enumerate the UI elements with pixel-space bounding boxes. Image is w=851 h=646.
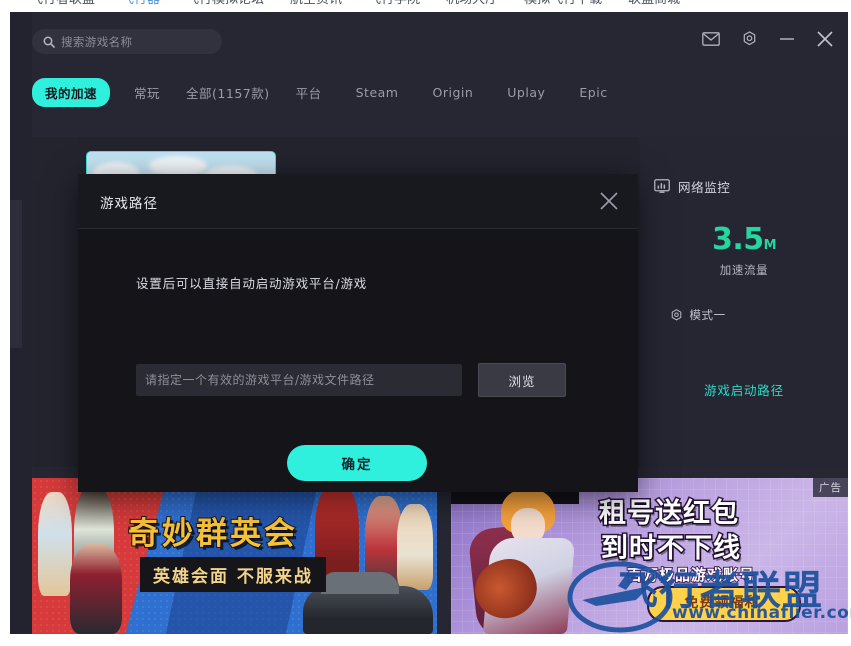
page-nav-item[interactable]: 机场大厅 [446, 0, 498, 7]
tab-platform[interactable]: 平台 [294, 83, 324, 102]
character-figure [38, 492, 72, 596]
tab-epic[interactable]: Epic [577, 85, 609, 100]
page-nav-item[interactable]: 飞行学院 [368, 0, 420, 7]
character-art [467, 488, 591, 634]
cloud-shape [149, 156, 207, 176]
promo-banner-right[interactable]: 租号送红包 到时不下线 百万极品游戏账号 免费领福利 广告 [451, 478, 848, 634]
traffic-unit: M [763, 238, 777, 253]
network-monitor-label: 网络监控 [678, 180, 731, 195]
tab-all-games[interactable]: 全部(1157款) [184, 83, 272, 102]
game-accelerator-window: 网络监控 3.5M 加速流量 信-A 模式一 游戏启动路径 [10, 12, 848, 634]
dialog-description: 设置后可以直接自动启动游戏平台/游戏 [136, 276, 368, 291]
mail-icon[interactable] [702, 32, 720, 46]
search-icon [43, 36, 55, 48]
dialog-header: 游戏路径 [78, 174, 638, 229]
tab-steam[interactable]: Steam [354, 85, 401, 100]
banner-left-title: 奇妙群英会 [127, 515, 298, 553]
character-figure [70, 544, 122, 634]
banner-left-subtitle-bg: 英雄会面 不服来战 [140, 557, 326, 592]
network-monitor-row[interactable]: 网络监控 [654, 177, 730, 196]
page-nav-item[interactable]: 航空资讯 [290, 0, 342, 7]
game-path-dialog: 游戏路径 设置后可以直接自动启动游戏平台/游戏 浏览 确定 [78, 174, 638, 492]
window-left-band-accent [10, 200, 22, 348]
app-header: 搜索游戏名称 [10, 12, 848, 74]
promo-banner-left[interactable]: 奇妙群英会 英雄会面 不服来战 [32, 478, 437, 634]
police-car-art [303, 572, 433, 634]
traffic-caption: 加速流量 [719, 263, 769, 277]
ad-badge: 广告 [813, 478, 848, 497]
network-info-panel: 网络监控 3.5M 加速流量 信-A 模式一 游戏启动路径 [610, 137, 848, 467]
close-icon[interactable] [816, 30, 834, 48]
mode-selector[interactable]: 模式一 [670, 307, 725, 323]
dialog-body: 设置后可以直接自动启动游戏平台/游戏 浏览 确定 [78, 229, 638, 493]
page-nav-item[interactable]: 飞行者联盟 [30, 0, 95, 7]
tab-frequently-played[interactable]: 常玩 [132, 83, 162, 102]
browse-button[interactable]: 浏览 [478, 363, 566, 397]
tab-origin[interactable]: Origin [431, 85, 476, 100]
page-nav-item[interactable]: 模拟飞行下载 [524, 0, 602, 7]
page-nav-row: 飞行者联盟 飞行器 飞行模拟论坛 航空资讯 飞行学院 机场大厅 模拟飞行下载 联… [0, 0, 851, 7]
page-nav-item[interactable]: 联盟商城 [628, 0, 680, 7]
mode-label: 模式一 [689, 308, 726, 322]
launch-path-link[interactable]: 游戏启动路径 [640, 380, 848, 399]
tab-my-acceleration[interactable]: 我的加速 [32, 78, 111, 107]
search-placeholder: 搜索游戏名称 [61, 34, 133, 49]
category-tabs: 我的加速 常玩 全部(1157款) 平台 Steam Origin Uplay … [32, 78, 610, 107]
search-input[interactable]: 搜索游戏名称 [32, 29, 222, 54]
network-monitor-icon [654, 179, 670, 193]
screenshot-root: 飞行者联盟 飞行器 飞行模拟论坛 航空资讯 飞行学院 机场大厅 模拟飞行下载 联… [0, 0, 851, 646]
page-nav-item[interactable]: 飞行模拟论坛 [186, 0, 264, 7]
banner-right-line3: 百万极品游戏账号 [626, 565, 756, 585]
mode-icon [672, 308, 682, 320]
window-controls [702, 30, 834, 48]
game-path-input[interactable] [136, 364, 462, 396]
node-mode-row: 信-A 模式一 [602, 307, 848, 323]
promo-banners: 奇妙群英会 英雄会面 不服来战 租号送红包 到时不下线 百万极品游戏账号 免费领… [32, 478, 848, 634]
banner-right-line2: 到时不下线 [600, 532, 742, 566]
traffic-value: 3.5 [711, 222, 764, 257]
traffic-value-row: 3.5M [640, 225, 848, 255]
confirm-button[interactable]: 确定 [287, 445, 427, 481]
settings-icon[interactable] [741, 30, 758, 48]
character-figure [397, 504, 433, 590]
path-row: 浏览 [136, 363, 566, 397]
traffic-stat: 3.5M 加速流量 [640, 225, 848, 278]
tab-uplay[interactable]: Uplay [505, 85, 547, 100]
minimize-icon[interactable] [779, 32, 795, 46]
banner-cta-label: 免费领福利 [684, 595, 760, 611]
close-icon[interactable] [598, 190, 620, 212]
banner-right-line1: 租号送红包 [598, 497, 740, 531]
page-nav-item[interactable]: 飞行器 [121, 0, 160, 7]
dialog-title: 游戏路径 [100, 196, 158, 212]
banner-left-subtitle: 英雄会面 不服来战 [153, 567, 313, 587]
